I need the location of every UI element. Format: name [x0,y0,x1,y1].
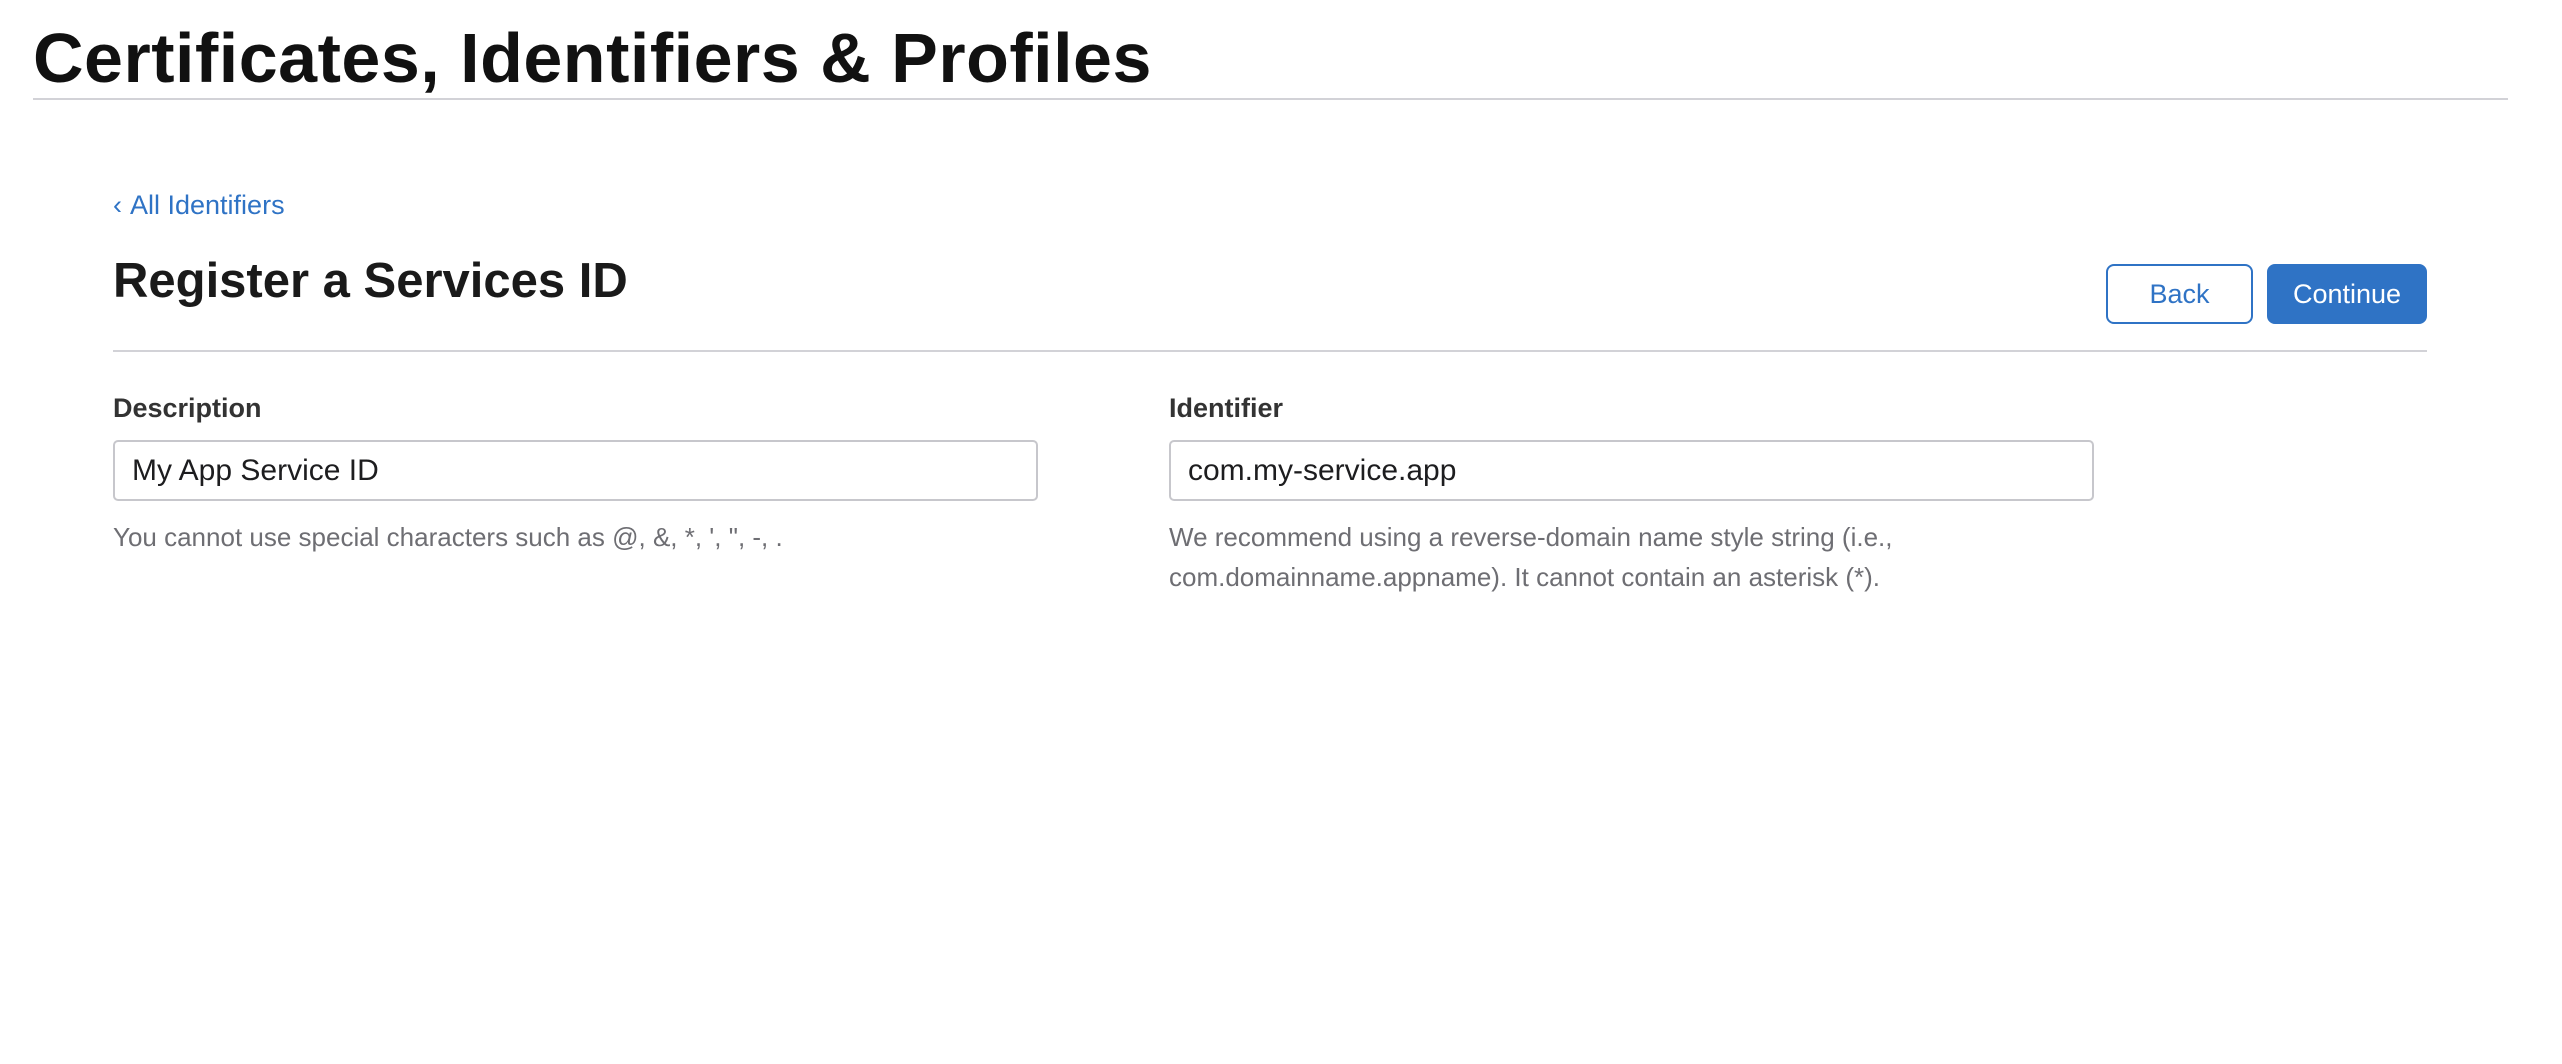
chevron-left-icon: ‹ [113,190,122,220]
description-input[interactable] [113,440,1038,501]
continue-button[interactable]: Continue [2267,264,2427,324]
description-hint: You cannot use special characters such a… [113,522,783,552]
all-identifiers-link[interactable]: ‹ All Identifiers [113,190,285,221]
page-title: Certificates, Identifiers & Profiles [33,19,1152,97]
identifier-field-group: Identifier We recommend using a reverse-… [1169,393,2094,597]
all-identifiers-link-label: All Identifiers [130,190,285,220]
description-field-group: Description You cannot use special chara… [113,393,1038,557]
identifier-hint: We recommend using a reverse-domain name… [1169,522,1893,592]
back-button[interactable]: Back [2106,264,2253,324]
page-header: Certificates, Identifiers & Profiles [33,0,2508,100]
identifier-input[interactable] [1169,440,2094,501]
description-label: Description [113,393,262,423]
section-divider [113,350,2427,352]
section-title: Register a Services ID [113,254,628,308]
identifier-label: Identifier [1169,393,1284,423]
